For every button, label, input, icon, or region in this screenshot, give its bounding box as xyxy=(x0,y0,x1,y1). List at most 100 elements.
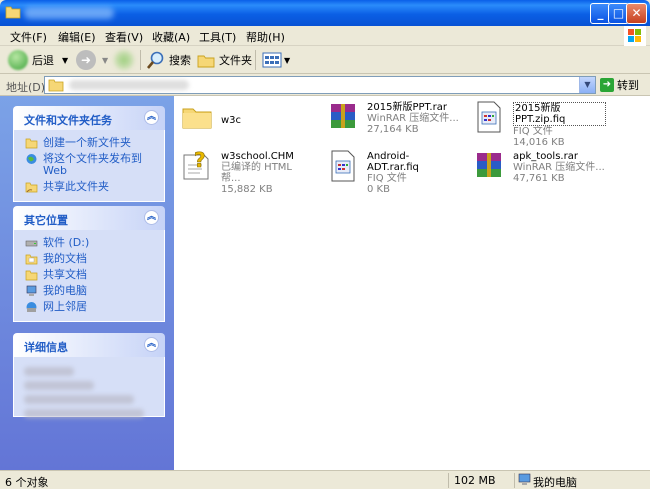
toolbar-separator xyxy=(255,50,256,70)
status-separator xyxy=(514,473,515,488)
status-object-count: 6 个对象 xyxy=(5,476,49,489)
place-shared-documents[interactable]: 共享文档 xyxy=(14,267,164,283)
details-obscured xyxy=(24,381,94,390)
status-size: 102 MB xyxy=(454,474,496,487)
winrar-icon xyxy=(477,153,501,177)
panel-title: 文件和文件夹任务 xyxy=(24,114,112,127)
task-label: 创建一个新文件夹 xyxy=(43,136,131,149)
address-bar: 地址(D) ▼ ➜ 转到 xyxy=(0,74,650,96)
collapse-chevron-icon[interactable]: ︽ xyxy=(144,110,159,125)
views-icon xyxy=(262,52,282,68)
back-arrow-icon xyxy=(8,50,28,70)
address-dropdown-icon[interactable]: ▼ xyxy=(579,77,595,93)
place-label: 网上邻居 xyxy=(43,300,87,313)
file-item[interactable]: ? w3school.CHM 已编译的 HTML 帮... 15,882 KB xyxy=(174,147,314,195)
details-obscured xyxy=(24,409,144,418)
details-obscured xyxy=(24,395,134,404)
file-name: apk_tools.rar xyxy=(513,151,578,162)
file-name: w3c xyxy=(221,115,242,126)
back-label: 后退 xyxy=(32,54,54,67)
file-type: FIQ 文件 xyxy=(367,173,407,184)
menu-bar: 文件(F) 编辑(E) 查看(V) 收藏(A) 工具(T) 帮助(H) xyxy=(0,26,650,46)
share-folder-icon xyxy=(25,182,38,193)
file-tasks-panel: 文件和文件夹任务 ︽ 创建一个新文件夹 将这个文件夹发布到 Web 共享此文件夹 xyxy=(13,106,165,202)
details-panel: 详细信息 ︽ xyxy=(13,333,165,418)
folders-button[interactable]: 文件夹 xyxy=(196,49,252,71)
menu-edit[interactable]: 编辑(E) xyxy=(58,29,96,45)
collapse-chevron-icon[interactable]: ︽ xyxy=(144,337,159,352)
task-pane: 文件和文件夹任务 ︽ 创建一个新文件夹 将这个文件夹发布到 Web 共享此文件夹 xyxy=(0,96,174,470)
task-share-folder[interactable]: 共享此文件夹 xyxy=(14,179,164,195)
toolbar: 后退 ▼ ➜ ▼ 搜索 文件夹 ▼ xyxy=(0,46,650,74)
forward-arrow-icon: ➜ xyxy=(76,50,96,70)
folders-label: 文件夹 xyxy=(219,54,252,67)
place-network[interactable]: 网上邻居 xyxy=(14,299,164,315)
forward-dropdown-icon[interactable]: ▼ xyxy=(102,56,108,65)
back-dropdown-icon[interactable]: ▼ xyxy=(62,56,68,65)
go-arrow-icon: ➜ xyxy=(600,78,614,92)
file-name: 2015新版PPT.rar xyxy=(367,102,447,113)
new-folder-icon xyxy=(25,138,38,149)
menu-tools[interactable]: 工具(T) xyxy=(199,29,236,45)
place-label: 共享文档 xyxy=(43,268,87,281)
file-type: WinRAR 压缩文件... xyxy=(513,162,605,173)
file-size: 15,882 KB xyxy=(221,184,273,195)
folders-icon xyxy=(197,55,215,68)
up-button[interactable] xyxy=(114,49,134,71)
views-button[interactable]: ▼ xyxy=(262,49,290,71)
title-bar[interactable]: _ □ ✕ xyxy=(0,0,650,26)
menu-favorites[interactable]: 收藏(A) xyxy=(152,29,190,45)
task-publish-web[interactable]: 将这个文件夹发布到 Web xyxy=(14,151,164,179)
place-label: 我的文档 xyxy=(43,252,87,265)
file-item[interactable]: 2015新版PPT.zip.fiq FIQ 文件 14,016 KB xyxy=(466,98,606,148)
menu-view[interactable]: 查看(V) xyxy=(105,29,143,45)
panel-header[interactable]: 其它位置 ︽ xyxy=(13,206,165,230)
winrar-icon xyxy=(331,104,355,128)
place-drive-d[interactable]: 软件 (D:) xyxy=(14,235,164,251)
file-item[interactable]: w3c xyxy=(174,98,314,142)
address-label: 地址(D) xyxy=(6,81,46,94)
shared-documents-icon xyxy=(25,270,38,281)
address-input[interactable]: ▼ xyxy=(44,76,596,94)
window-title-obscured xyxy=(24,7,114,19)
file-item[interactable]: 2015新版PPT.rar WinRAR 压缩文件... 27,164 KB xyxy=(320,98,460,142)
other-places-panel: 其它位置 ︽ 软件 (D:) 我的文档 共享文档 我的电脑 网上邻居 xyxy=(13,206,165,322)
go-button[interactable]: ➜ 转到 xyxy=(600,77,639,93)
file-list[interactable]: w3c 2015新版PPT.rar WinRAR 压缩文件... 27,164 … xyxy=(174,96,650,470)
details-obscured xyxy=(24,367,74,376)
place-label: 软件 (D:) xyxy=(43,236,90,249)
menu-help[interactable]: 帮助(H) xyxy=(246,29,285,45)
views-dropdown-icon[interactable]: ▼ xyxy=(284,56,290,65)
panel-title: 其它位置 xyxy=(24,214,68,227)
my-computer-icon xyxy=(26,285,37,296)
status-separator xyxy=(448,473,449,488)
forward-button[interactable]: ➜ ▼ xyxy=(76,49,108,71)
panel-body: 创建一个新文件夹 将这个文件夹发布到 Web 共享此文件夹 xyxy=(13,130,165,202)
task-new-folder[interactable]: 创建一个新文件夹 xyxy=(14,135,164,151)
collapse-chevron-icon[interactable]: ︽ xyxy=(144,210,159,225)
file-size: 27,164 KB xyxy=(367,124,419,135)
close-button[interactable]: ✕ xyxy=(626,3,647,24)
place-my-computer[interactable]: 我的电脑 xyxy=(14,283,164,299)
panel-title: 详细信息 xyxy=(24,341,68,354)
file-name: Android-ADT.rar.fiq xyxy=(367,151,419,173)
my-computer-icon xyxy=(518,473,531,485)
folder-icon xyxy=(5,6,21,19)
search-button[interactable]: 搜索 xyxy=(146,49,191,71)
menu-file[interactable]: 文件(F) xyxy=(10,29,47,45)
explorer-window: _ □ ✕ 文件(F) 编辑(E) 查看(V) 收藏(A) 工具(T) 帮助(H… xyxy=(0,0,650,489)
file-item[interactable]: Android-ADT.rar.fiq FIQ 文件 0 KB xyxy=(320,147,460,195)
back-button[interactable]: 后退 ▼ xyxy=(8,49,68,71)
svg-text:?: ? xyxy=(194,149,206,172)
place-my-documents[interactable]: 我的文档 xyxy=(14,251,164,267)
toolbar-separator xyxy=(140,50,141,70)
file-name: w3school.CHM xyxy=(221,151,294,162)
panel-header[interactable]: 详细信息 ︽ xyxy=(13,333,165,357)
file-type: 已编译的 HTML 帮... xyxy=(221,162,293,184)
address-path-obscured xyxy=(69,80,189,90)
file-name: 2015新版PPT.zip.fiq xyxy=(513,102,606,126)
fiq-file-icon xyxy=(331,150,355,182)
panel-header[interactable]: 文件和文件夹任务 ︽ xyxy=(13,106,165,130)
drive-icon xyxy=(25,240,38,247)
file-item[interactable]: apk_tools.rar WinRAR 压缩文件... 47,761 KB xyxy=(466,147,606,191)
